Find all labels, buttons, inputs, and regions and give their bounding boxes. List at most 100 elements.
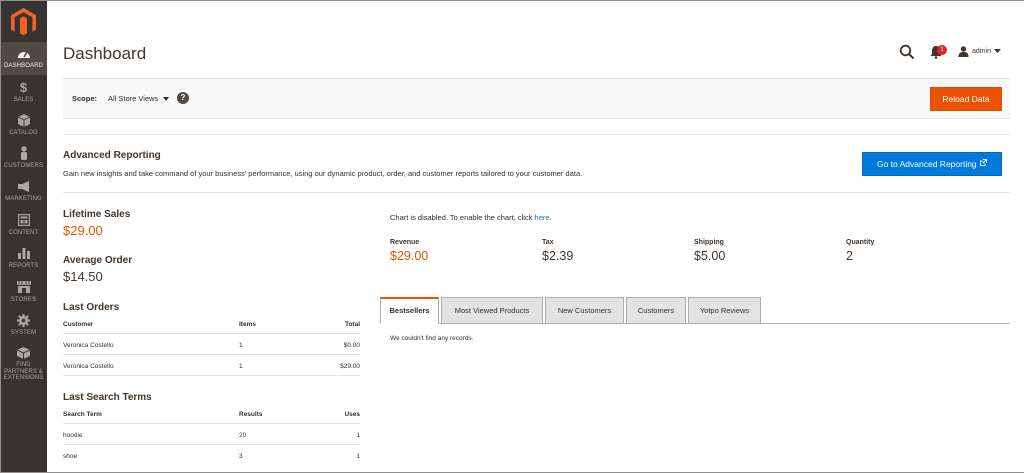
customer-cell: Veronica Costello [63,363,114,370]
last-orders-table: Customer Items Total Veronica Costello 1… [63,316,360,376]
enable-chart-link[interactable]: here [535,213,550,222]
table-row[interactable]: hoodie 20 1 [63,424,360,445]
shipping-value: $5.00 [694,249,726,263]
sidebar-item-label: CONTENT [8,230,39,236]
tab-yotpo-reviews[interactable]: Yotpo Reviews [688,297,761,324]
person-icon [0,146,47,160]
chevron-down-icon [163,96,170,101]
average-order-label: Average Order [63,255,133,266]
dashboard-icon [0,46,47,60]
average-order-value: $14.50 [63,269,103,284]
sidebar-item-label: SYSTEM [10,330,37,336]
search-term-cell: hoodie [63,432,83,439]
sidebar-item-label: FIND PARTNERS & EXTENSIONS [3,362,44,381]
table-row[interactable]: Veronica Costello 1 $29.00 [63,355,360,376]
last-orders-title: Last Orders [63,302,120,313]
chart-note-text: Chart is disabled. To enable the chart, … [390,213,535,222]
sidebar-item-sales[interactable]: $ SALES [0,76,47,109]
store-view-switcher[interactable]: All Store Views [108,94,170,103]
page-title: Dashboard [63,44,147,63]
column-header: Search Term [63,411,102,418]
column-header: Results [239,411,263,418]
window-border [0,0,1024,473]
megaphone-icon [0,179,47,193]
notifications-badge[interactable]: 1 [937,45,947,55]
sidebar-item-catalog[interactable]: CATALOG [0,109,47,142]
sidebar-item-stores[interactable]: STORES [0,276,47,309]
tab-new-customers[interactable]: New Customers [545,297,624,324]
sidebar-item-label: CATALOG [9,130,38,136]
tab-most-viewed-products[interactable]: Most Viewed Products [441,297,543,324]
revenue-value: $29.00 [390,249,429,263]
items-cell: 1 [239,342,243,349]
divider [63,192,1010,193]
sidebar-item-system[interactable]: SYSTEM [0,309,47,342]
button-label: Go to Advanced Reporting [876,159,977,169]
lifetime-sales-label: Lifetime Sales [63,209,131,220]
sidebar-item-find-partners[interactable]: FIND PARTNERS & EXTENSIONS [0,342,47,381]
tab-bestsellers[interactable]: Bestsellers [380,297,439,324]
dollar-icon: $ [19,79,28,95]
revenue-label: Revenue [390,239,420,246]
sidebar-item-label: STORES [10,297,37,303]
admin-sidebar: DASHBOARD $ SALES CATALOG CUSTOMERS MARK… [0,0,47,473]
quantity-label: Quantity [846,239,875,246]
store-view-value: All Store Views [108,94,159,103]
sidebar-item-marketing[interactable]: MARKETING [0,175,47,208]
quantity-value: 2 [846,249,853,263]
tax-value: $2.39 [542,249,574,263]
table-header: Search Term Results Uses [63,406,360,424]
total-cell: $29.00 [340,363,360,370]
admin-username: admin [972,47,992,55]
advanced-reporting-title: Advanced Reporting [63,150,161,161]
sidebar-item-dashboard[interactable]: DASHBOARD [0,42,47,75]
column-header: Items [239,321,256,328]
shipping-label: Shipping [694,239,724,246]
go-to-advanced-reporting-button[interactable]: Go to Advanced Reporting [862,152,1002,176]
sidebar-item-customers[interactable]: CUSTOMERS [0,142,47,175]
gear-icon [0,313,47,327]
table-row[interactable]: shoe 3 1 [63,445,360,466]
customer-cell: Veronica Costello [63,342,114,349]
table-header: Customer Items Total [63,316,360,334]
box-icon [0,346,47,360]
sidebar-item-label: SALES [13,97,34,103]
sidebar-item-label: DASHBOARD [4,63,43,69]
uses-cell: 1 [356,453,360,460]
dashboard-tabs: Bestsellers Most Viewed Products New Cus… [380,297,1010,324]
items-cell: 1 [239,363,243,370]
sidebar-item-label: MARKETING [5,196,42,202]
sidebar-item-label: REPORTS [8,263,39,269]
sidebar-item-reports[interactable]: REPORTS [0,242,47,275]
storefront-icon [0,280,47,294]
results-cell: 20 [239,432,247,439]
chart-disabled-note: Chart is disabled. To enable the chart, … [390,213,552,222]
table-row[interactable]: Veronica Costello 1 $0.00 [63,334,360,355]
column-header: Total [344,321,360,328]
empty-state-message: We couldn't find any records. [390,335,474,342]
reload-data-button[interactable]: Reload Data [930,87,1002,111]
results-cell: 3 [239,453,243,460]
cube-icon [0,113,47,127]
last-search-terms-table: Search Term Results Uses hoodie 20 1 sho… [63,406,360,466]
lifetime-sales-value: $29.00 [63,223,103,238]
advanced-reporting-description: Gain new insights and take command of yo… [63,169,583,178]
scope-label: Scope: [72,94,98,103]
chevron-down-icon [994,48,1002,53]
magento-logo-icon[interactable] [11,8,36,37]
bar-chart-icon [0,246,47,260]
last-search-terms-title: Last Search Terms [63,392,152,403]
tab-customers[interactable]: Customers [626,297,686,324]
scope-bar: Scope: All Store Views ? Reload Data [63,78,1010,119]
tax-label: Tax [542,239,554,246]
layout-icon [0,213,47,227]
search-icon[interactable] [899,44,915,60]
sidebar-item-label: CUSTOMERS [3,163,44,169]
user-icon [958,45,969,57]
search-term-cell: shoe [63,453,78,460]
help-icon[interactable]: ? [177,92,189,104]
sidebar-item-content[interactable]: CONTENT [0,209,47,242]
admin-user-menu[interactable]: admin [958,44,1002,58]
column-header: Uses [344,411,360,418]
uses-cell: 1 [356,432,360,439]
